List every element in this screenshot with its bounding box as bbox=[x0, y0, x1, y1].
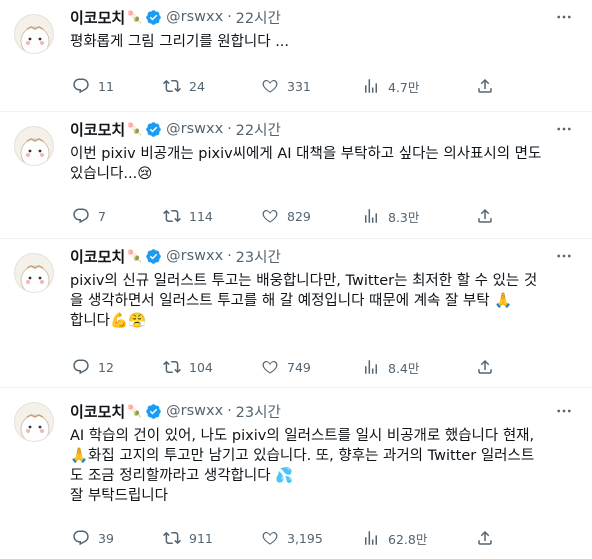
timestamp[interactable]: 22시간 bbox=[236, 7, 281, 28]
tweet-text-line: AI 학습의 건이 있어, 나도 pixiv의 일러스트를 일시 비공개로 했습… bbox=[70, 428, 535, 444]
reply-button[interactable]: 11 bbox=[72, 76, 114, 96]
like-button[interactable]: 749 bbox=[261, 357, 311, 377]
tweet-actions: 7 114 829 8.3만 bbox=[72, 206, 572, 226]
tweet-text: 평화롭게 그림 그리기를 원합니다 ... bbox=[70, 32, 580, 52]
emoji: 💪😤 bbox=[110, 313, 147, 329]
reply-count: 12 bbox=[98, 359, 114, 375]
verified-badge-icon bbox=[145, 248, 162, 265]
tweet-header: 이코모치 🍡 @rswxx · 22시간 bbox=[70, 7, 281, 27]
separator-dot: · bbox=[227, 121, 232, 137]
tweet-2[interactable]: 이코모치 🍡 @rswxx · 22시간 이번 pixiv 비공개는 pixiv… bbox=[0, 112, 592, 239]
tweet-text-line: 도 조금 정리할까라고 생각합니다 💦 bbox=[70, 468, 294, 484]
name-emoji: 🍡 bbox=[127, 404, 143, 418]
retweet-button[interactable]: 911 bbox=[163, 528, 213, 548]
share-button[interactable] bbox=[476, 76, 494, 96]
more-horizontal-icon[interactable] bbox=[554, 247, 574, 265]
retweet-count: 104 bbox=[189, 359, 213, 375]
tweet-text: 이번 pixiv 비공개는 pixiv씨에게 AI 대책을 부탁하고 싶다는 의… bbox=[70, 144, 580, 184]
tweet-actions: 12 104 749 8.4만 bbox=[72, 357, 572, 377]
tweet-text-line: 평화롭게 그림 그리기를 원합니다 ... bbox=[70, 34, 290, 50]
retweet-button[interactable]: 114 bbox=[163, 206, 213, 226]
avatar[interactable] bbox=[14, 402, 54, 442]
like-count: 3,195 bbox=[287, 530, 323, 546]
retweet-count: 114 bbox=[189, 208, 213, 224]
author-handle[interactable]: @rswxx bbox=[166, 121, 223, 137]
more-horizontal-icon[interactable] bbox=[554, 402, 574, 420]
reply-count: 39 bbox=[98, 530, 114, 546]
tweet-text-line: 잘 부탁드립니다 bbox=[70, 488, 168, 504]
views-button[interactable]: 8.4만 bbox=[362, 357, 419, 377]
views-button[interactable]: 4.7만 bbox=[362, 76, 419, 96]
author-name[interactable]: 이코모치 bbox=[70, 401, 125, 422]
views-button[interactable]: 8.3만 bbox=[362, 206, 419, 226]
tweet-header: 이코모치 🍡 @rswxx · 23시간 bbox=[70, 246, 281, 266]
tweet-header: 이코모치 🍡 @rswxx · 23시간 bbox=[70, 401, 281, 421]
like-button[interactable]: 3,195 bbox=[261, 528, 323, 548]
verified-badge-icon bbox=[145, 9, 162, 26]
more-horizontal-icon[interactable] bbox=[554, 8, 574, 26]
timestamp[interactable]: 23시간 bbox=[236, 401, 281, 422]
more-horizontal-icon[interactable] bbox=[554, 120, 574, 138]
author-handle[interactable]: @rswxx bbox=[166, 403, 223, 419]
views-count: 62.8만 bbox=[388, 531, 428, 547]
verified-badge-icon bbox=[145, 121, 162, 138]
tweet-text-fragment: 있습니다... bbox=[70, 166, 138, 182]
name-emoji: 🍡 bbox=[127, 10, 143, 24]
like-count: 331 bbox=[287, 78, 311, 94]
share-button[interactable] bbox=[476, 528, 494, 548]
tweet-text-line: 합니다💪😤 bbox=[70, 311, 580, 331]
retweet-button[interactable]: 104 bbox=[163, 357, 213, 377]
views-count: 4.7만 bbox=[388, 79, 420, 95]
tweet-text-line: 있습니다...😢 bbox=[70, 164, 580, 184]
tweet-text: AI 학습의 건이 있어, 나도 pixiv의 일러스트를 일시 비공개로 했습… bbox=[70, 426, 580, 506]
tweet-text-line: pixiv의 신규 일러스트 투고는 배웅합니다만, Twitter는 최저한 … bbox=[70, 273, 538, 289]
tweet-1[interactable]: 이코모치 🍡 @rswxx · 22시간 평화롭게 그림 그리기를 원합니다 .… bbox=[0, 0, 592, 112]
author-handle[interactable]: @rswxx bbox=[166, 248, 223, 264]
reply-button[interactable]: 7 bbox=[72, 206, 106, 226]
author-name[interactable]: 이코모치 bbox=[70, 119, 125, 140]
retweet-count: 911 bbox=[189, 530, 213, 546]
author-handle[interactable]: @rswxx bbox=[166, 9, 223, 25]
tweet-actions: 11 24 331 4.7만 bbox=[72, 76, 572, 96]
views-count: 8.3만 bbox=[388, 209, 420, 225]
tweet-text: pixiv의 신규 일러스트 투고는 배웅합니다만, Twitter는 최저한 … bbox=[70, 271, 580, 331]
author-name[interactable]: 이코모치 bbox=[70, 246, 125, 267]
reply-button[interactable]: 12 bbox=[72, 357, 114, 377]
like-count: 749 bbox=[287, 359, 311, 375]
retweet-button[interactable]: 24 bbox=[163, 76, 205, 96]
timestamp[interactable]: 23시간 bbox=[236, 246, 281, 267]
tweet-text-line: 이번 pixiv 비공개는 pixiv씨에게 AI 대책을 부탁하고 싶다는 의… bbox=[70, 146, 542, 162]
like-button[interactable]: 331 bbox=[261, 76, 311, 96]
reply-button[interactable]: 39 bbox=[72, 528, 114, 548]
views-count: 8.4만 bbox=[388, 360, 420, 376]
avatar[interactable] bbox=[14, 14, 54, 54]
emoji: 😢 bbox=[137, 166, 153, 182]
retweet-count: 24 bbox=[189, 78, 205, 94]
verified-badge-icon bbox=[145, 403, 162, 420]
timestamp[interactable]: 22시간 bbox=[236, 119, 281, 140]
tweet-3[interactable]: 이코모치 🍡 @rswxx · 23시간 pixiv의 신규 일러스트 투고는 … bbox=[0, 239, 592, 388]
tweet-actions: 39 911 3,195 62.8만 bbox=[72, 528, 572, 548]
views-button[interactable]: 62.8만 bbox=[362, 528, 427, 548]
tweet-text-line: 을 생각하면서 일러스트 투고를 해 갈 예정입니다 때문에 계속 잘 부탁 🙏 bbox=[70, 293, 513, 309]
avatar[interactable] bbox=[14, 126, 54, 166]
share-button[interactable] bbox=[476, 357, 494, 377]
like-count: 829 bbox=[287, 208, 311, 224]
tweet-text-line: 🙏화집 고지의 투고만 남기고 있습니다. 또, 향후는 과거의 Twitter… bbox=[70, 448, 535, 464]
tweet-header: 이코모치 🍡 @rswxx · 22시간 bbox=[70, 119, 281, 139]
share-button[interactable] bbox=[476, 206, 494, 226]
tweet-4[interactable]: 이코모치 🍡 @rswxx · 23시간 AI 학습의 건이 있어, 나도 pi… bbox=[0, 388, 592, 559]
like-button[interactable]: 829 bbox=[261, 206, 311, 226]
separator-dot: · bbox=[227, 403, 232, 419]
name-emoji: 🍡 bbox=[127, 122, 143, 136]
reply-count: 11 bbox=[98, 78, 114, 94]
reply-count: 7 bbox=[98, 208, 106, 224]
name-emoji: 🍡 bbox=[127, 249, 143, 263]
author-name[interactable]: 이코모치 bbox=[70, 7, 125, 28]
separator-dot: · bbox=[227, 9, 232, 25]
separator-dot: · bbox=[227, 248, 232, 264]
avatar[interactable] bbox=[14, 253, 54, 293]
tweet-text-fragment: 합니다 bbox=[70, 313, 111, 329]
